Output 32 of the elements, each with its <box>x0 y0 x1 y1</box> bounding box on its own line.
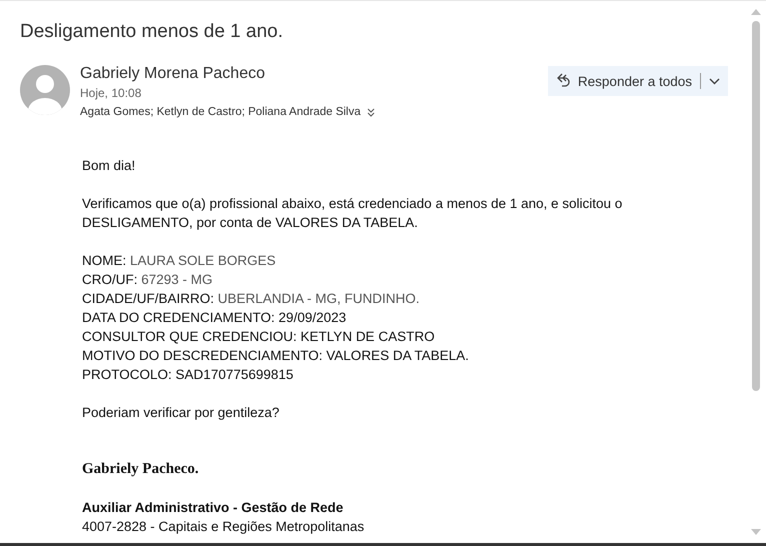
field-value: 29/09/2023 <box>278 310 346 325</box>
recipients-list: Agata Gomes; Ketlyn de Castro; Poliana Andrade Silva <box>80 106 361 118</box>
scroll-up-icon[interactable] <box>751 9 761 15</box>
question-text: Poderiam verificar por gentileza? <box>82 404 280 422</box>
sent-time: Hoje, 10:08 <box>80 86 142 100</box>
scroll-down-icon[interactable] <box>751 529 761 535</box>
signature-role: Auxiliar Administrativo - Gestão de Rede <box>82 499 344 517</box>
field-label: CIDADE/UF/BAIRRO: <box>82 291 214 306</box>
field-label: PROTOCOLO: <box>82 367 172 382</box>
sender-name: Gabriely Morena Pacheco <box>80 65 266 83</box>
field-value: UBERLANDIA - MG, FUNDINHO. <box>218 291 420 306</box>
reply-all-button[interactable]: Responder a todos <box>548 66 728 96</box>
chevron-down-icon <box>709 78 720 84</box>
email-subject: Desligamento menos de 1 ano. <box>20 21 284 43</box>
field-value: 67293 - MG <box>141 272 213 287</box>
scrollbar-thumb[interactable] <box>752 21 760 391</box>
avatar-icon <box>20 65 70 115</box>
signature-phone: 4007-2828 - Capitais e Regiões Metropolitanas <box>82 518 366 536</box>
intro-paragraph: Verificamos que o(a) profissional abaixo, está credenciado a menos de 1 ano, e solicitou o DESLIGAMENTO, por conta de VALORES DA TABELA. <box>82 195 624 232</box>
field-label: NOME: <box>82 253 126 268</box>
field-value: SAD170775699815 <box>176 367 294 382</box>
field-label: CRO/UF: <box>82 272 138 287</box>
greeting-text: Bom dia! <box>82 157 136 175</box>
signature-name: Gabriely Pacheco. <box>82 460 200 479</box>
field-value: LAURA SOLE BORGES <box>130 253 276 268</box>
field-value: VALORES DA TABELA. <box>326 348 469 363</box>
field-label: DATA DO CREDENCIAMENTO: <box>82 310 275 325</box>
field-value: KETLYN DE CASTRO <box>300 329 435 344</box>
field-label: MOTIVO DO DESCREDENCIAMENTO: <box>82 348 323 363</box>
expand-icon[interactable] <box>366 108 375 116</box>
field-label: CONSULTOR QUE CREDENCIOU: <box>82 329 297 344</box>
reply-all-icon <box>556 73 570 89</box>
